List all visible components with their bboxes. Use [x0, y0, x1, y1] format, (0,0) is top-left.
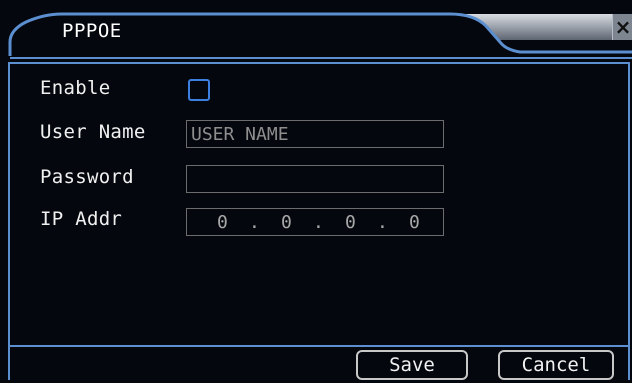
ip-address-label: IP Addr: [40, 208, 123, 230]
ip-octet-3[interactable]: 0: [345, 212, 356, 233]
enable-checkbox[interactable]: [188, 79, 210, 101]
ip-octet-4[interactable]: 0: [409, 212, 420, 233]
ip-separator-1: .: [249, 212, 260, 233]
ip-octet-1[interactable]: 0: [217, 212, 228, 233]
username-value: USER NAME: [191, 124, 289, 145]
username-label: User Name: [40, 121, 146, 143]
enable-label: Enable: [40, 77, 111, 99]
close-button[interactable]: ×: [612, 14, 632, 40]
password-label: Password: [40, 166, 134, 188]
ip-address-field[interactable]: 0 . 0 . 0 . 0: [186, 208, 444, 236]
footer-divider: [10, 345, 630, 347]
window-title: PPPOE: [62, 20, 122, 42]
pppoe-dialog: PPPOE × Enable User Name USER NAME Passw…: [0, 0, 632, 383]
ip-separator-3: .: [377, 212, 388, 233]
username-field[interactable]: USER NAME: [186, 120, 444, 148]
save-button[interactable]: Save: [356, 350, 468, 380]
cancel-button[interactable]: Cancel: [498, 350, 614, 380]
ip-separator-2: .: [313, 212, 324, 233]
ip-octet-2[interactable]: 0: [281, 212, 292, 233]
password-field[interactable]: [186, 165, 444, 193]
